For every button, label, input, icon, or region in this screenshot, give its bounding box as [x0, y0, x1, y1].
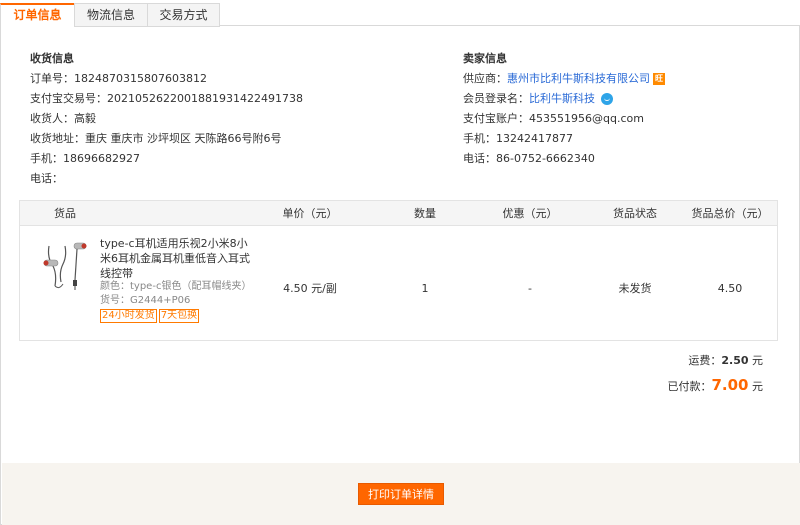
receiver-mobile-row: 手机：18696682927 — [30, 152, 140, 165]
col-status: 货品状态 — [613, 207, 657, 220]
alipay-trade-row: 支付宝交易号：2021052622001881931422491738 — [30, 92, 303, 105]
col-total: 货品总价（元） — [691, 207, 769, 220]
tab-order-info[interactable]: 订单信息 — [0, 3, 75, 27]
seller-mobile-row: 手机：13242417877 — [463, 132, 573, 145]
product-title[interactable]: type-c耳机适用乐视2小米8小米6耳机金属耳机重低音入耳式 线控带 — [100, 236, 250, 281]
receiver-heading: 收货信息 — [30, 52, 74, 65]
receiver-address: 重庆 重庆市 沙坪坝区 天陈路66号附6号 — [85, 132, 282, 145]
col-unit-price: 单价（元） — [282, 207, 338, 220]
seller-alipay-row: 支付宝账户：453551956@qq.com — [463, 112, 644, 125]
product-sku: 货号：G2444+P06 — [100, 295, 191, 306]
receiver-phone-row: 电话： — [30, 172, 63, 185]
receiver-mobile: 18696682927 — [63, 152, 140, 165]
paid-value: 7.00 — [711, 376, 749, 394]
footer-bar: 打印订单详情 — [2, 463, 800, 525]
tag-7day-exchange[interactable]: 7天包换 — [158, 309, 200, 323]
receiver-name-row: 收货人：高毅 — [30, 112, 96, 125]
seller-heading: 卖家信息 — [463, 52, 507, 65]
alipay-trade-number: 2021052622001881931422491738 — [107, 92, 303, 105]
order-info-panel: 收货信息 订单号：1824870315807603812 支付宝交易号：2021… — [0, 26, 800, 525]
col-goods: 货品 — [54, 207, 76, 220]
receiver-name: 高毅 — [74, 112, 96, 125]
col-quantity: 数量 — [414, 207, 436, 220]
supplier-row: 供应商：惠州市比利牛斯科技有限公司旺 — [463, 72, 665, 85]
product-color: 颜色：type-c银色（配耳帽线夹） — [100, 281, 252, 292]
order-number: 1824870315807603812 — [74, 72, 207, 85]
shop-icon[interactable]: 旺 — [653, 73, 665, 85]
supplier-link[interactable]: 惠州市比利牛斯科技有限公司 — [507, 72, 650, 85]
tab-bar: 订单信息 物流信息 交易方式 — [0, 0, 800, 27]
seller-phone: 86-0752-6662340 — [496, 152, 595, 165]
chat-icon[interactable] — [601, 93, 613, 105]
order-items-table: 货品 单价（元） 数量 优惠（元） 货品状态 货品总价（元） type-c耳机适 — [19, 200, 778, 341]
seller-info: 卖家信息 供应商：惠州市比利牛斯科技有限公司旺 会员登录名：比利牛斯科技 支付宝… — [463, 49, 665, 169]
order-number-row: 订单号：1824870315807603812 — [30, 72, 207, 85]
print-order-button[interactable]: 打印订单详情 — [358, 483, 444, 505]
amount-paid: 已付款：7.00 元 — [667, 376, 763, 394]
seller-mobile: 13242417877 — [496, 132, 573, 145]
item-status: 未发货 — [618, 282, 652, 295]
item-total: 4.50 — [717, 282, 743, 295]
quantity: 1 — [421, 282, 429, 295]
table-header: 货品 单价（元） 数量 优惠（元） 货品状态 货品总价（元） — [20, 201, 777, 226]
shipping-fee: 运费：2.50 元 — [688, 354, 763, 367]
product-tags: 24小时发货 7天包换 — [100, 309, 201, 323]
tab-transaction-method[interactable]: 交易方式 — [147, 3, 220, 27]
member-login-link[interactable]: 比利牛斯科技 — [529, 92, 595, 105]
tag-24h-shipping[interactable]: 24小时发货 — [100, 309, 157, 323]
product-image[interactable] — [39, 240, 89, 292]
address-row: 收货地址：重庆 重庆市 沙坪坝区 天陈路66号附6号 — [30, 132, 282, 145]
receiver-info: 收货信息 订单号：1824870315807603812 支付宝交易号：2021… — [30, 49, 303, 189]
shipping-value: 2.50 — [721, 354, 749, 367]
seller-phone-row: 电话：86-0752-6662340 — [463, 152, 595, 165]
col-discount: 优惠（元） — [502, 207, 558, 220]
seller-alipay-account: 453551956@qq.com — [529, 112, 644, 125]
tab-logistics-info[interactable]: 物流信息 — [74, 3, 148, 27]
table-row: type-c耳机适用乐视2小米8小米6耳机金属耳机重低音入耳式 线控带 颜色：t… — [20, 226, 777, 340]
discount: - — [528, 282, 532, 295]
unit-price: 4.50 元/副 — [283, 282, 337, 295]
member-row: 会员登录名：比利牛斯科技 — [463, 89, 665, 109]
